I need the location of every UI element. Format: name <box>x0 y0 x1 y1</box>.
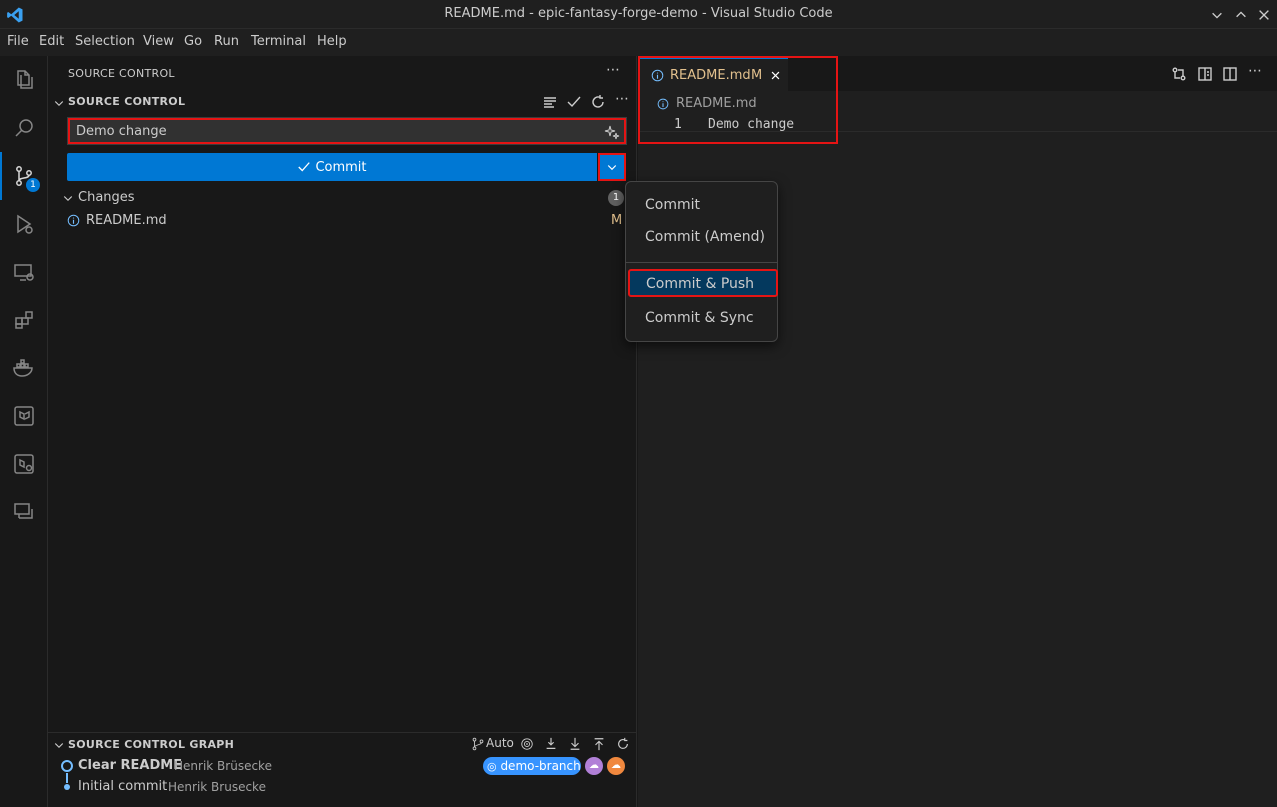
tab-status: M <box>751 68 763 83</box>
close-icon[interactable] <box>770 70 781 81</box>
extensions-icon[interactable] <box>0 296 48 344</box>
section-title[interactable]: SOURCE CONTROL <box>68 95 185 108</box>
commit-message: Initial commit <box>78 779 168 794</box>
commit-message-input[interactable]: Demo change <box>67 117 627 145</box>
commit-message: Clear README <box>78 758 183 773</box>
activity-bar: 1 <box>0 56 48 807</box>
changes-count-badge: 1 <box>608 190 624 206</box>
terraform-icon[interactable] <box>0 392 48 440</box>
sparkle-icon[interactable] <box>604 124 620 140</box>
branch-badge: ◎ demo-branch <box>483 757 581 775</box>
pull-icon[interactable] <box>568 737 582 751</box>
tab-readme-header[interactable]: README.md M <box>640 58 788 91</box>
terraform-cloud-icon[interactable] <box>0 440 48 488</box>
info-icon <box>651 69 664 82</box>
auto-label[interactable]: Auto <box>486 736 514 750</box>
changes-group-label[interactable]: Changes <box>78 190 135 205</box>
menu-selection[interactable]: Selection <box>75 34 135 49</box>
view-as-list-icon[interactable] <box>541 93 559 111</box>
open-preview-icon[interactable] <box>1196 65 1214 83</box>
branch-name: demo-branch <box>500 759 581 773</box>
commit-dropdown-button[interactable] <box>598 153 626 181</box>
file-status: M <box>611 213 623 228</box>
source-control-sidebar: SOURCE CONTROL ⋯ SOURCE CONTROL ⋯ Demo c… <box>48 56 637 807</box>
graph-title[interactable]: SOURCE CONTROL GRAPH <box>68 738 234 751</box>
info-icon <box>657 98 669 110</box>
menu-edit[interactable]: Edit <box>39 34 64 49</box>
commit-node-icon <box>61 760 73 772</box>
list-item[interactable]: README.md M <box>66 211 626 231</box>
chevron-down-icon[interactable] <box>53 739 65 751</box>
tab-label: README.md <box>670 68 751 83</box>
cloud-remote-icon: ☁ <box>607 757 625 775</box>
remote-explorer-icon[interactable] <box>0 248 48 296</box>
commit-message-text: Demo change <box>76 124 167 139</box>
chevron-down-icon[interactable] <box>1210 8 1224 22</box>
tab-readme[interactable]: README.md M README.md 1 Demo change <box>638 56 838 144</box>
more-actions-icon[interactable]: ⋯ <box>615 91 629 107</box>
menu-item-commit-sync[interactable]: Commit & Sync <box>626 304 777 332</box>
chevron-down-icon[interactable] <box>62 192 74 204</box>
graph-header: SOURCE CONTROL GRAPH Auto <box>48 732 637 754</box>
push-icon[interactable] <box>592 737 606 751</box>
chevron-down-icon[interactable] <box>53 97 65 109</box>
window-title: README.md - epic-fantasy-forge-demo - Vi… <box>444 6 833 21</box>
code-line[interactable]: Demo change <box>708 117 794 132</box>
target-icon: ◎ <box>487 760 497 773</box>
commit-node-icon <box>64 784 70 790</box>
menu-item-commit[interactable]: Commit <box>626 191 777 219</box>
check-icon[interactable] <box>565 93 583 111</box>
menu-item-commit-push[interactable]: Commit & Push <box>628 269 778 297</box>
breadcrumb[interactable]: README.md <box>676 96 757 111</box>
menu-run[interactable]: Run <box>214 34 239 49</box>
close-window-icon[interactable] <box>1257 8 1271 22</box>
info-icon <box>67 214 80 227</box>
table-row[interactable]: Clear README Henrik Brüsecke ◎ demo-bran… <box>48 756 637 776</box>
explorer-icon[interactable] <box>0 56 48 104</box>
commit-author: Henrik Brüsecke <box>174 759 272 773</box>
file-name: README.md <box>86 213 167 228</box>
fetch-icon[interactable] <box>544 737 558 751</box>
menu-help[interactable]: Help <box>317 34 347 49</box>
title-bar: README.md - epic-fantasy-forge-demo - Vi… <box>0 0 1277 29</box>
menu-separator <box>626 262 777 263</box>
chat-icon[interactable] <box>0 488 48 536</box>
target-icon[interactable] <box>520 737 534 751</box>
cloud-icon: ☁ <box>585 757 603 775</box>
commit-button-label: Commit <box>315 159 367 175</box>
docker-icon[interactable] <box>0 344 48 392</box>
more-actions-icon[interactable]: ⋯ <box>1248 63 1262 79</box>
menu-file[interactable]: File <box>7 34 29 49</box>
table-row[interactable]: Initial commit Henrik Brusecke <box>48 777 637 797</box>
more-actions-icon[interactable]: ⋯ <box>606 62 620 78</box>
source-control-badge: 1 <box>26 178 40 192</box>
menu-view[interactable]: View <box>143 34 174 49</box>
refresh-icon[interactable] <box>589 93 607 111</box>
editor-area: ⋯ README.md M README.md 1 Demo change <box>638 56 1277 807</box>
commit-button[interactable]: Commit <box>67 153 597 181</box>
split-editor-icon[interactable] <box>1221 65 1239 83</box>
refresh-icon[interactable] <box>616 737 630 751</box>
branch-icon[interactable] <box>471 737 485 751</box>
line-number: 1 <box>674 117 682 132</box>
check-icon <box>298 162 311 172</box>
sidebar-header: SOURCE CONTROL <box>68 67 175 80</box>
search-icon[interactable] <box>0 104 48 152</box>
run-debug-icon[interactable] <box>0 200 48 248</box>
menu-bar: File Edit Selection View Go Run Terminal… <box>0 29 1277 56</box>
commit-author: Henrik Brusecke <box>168 780 266 794</box>
commit-dropdown-menu: Commit Commit (Amend) Commit & Push Comm… <box>625 181 778 342</box>
menu-go[interactable]: Go <box>184 34 202 49</box>
chevron-down-icon <box>607 165 617 171</box>
compare-changes-icon[interactable] <box>1170 65 1188 83</box>
chevron-up-icon[interactable] <box>1234 8 1248 22</box>
source-control-icon[interactable]: 1 <box>0 152 48 200</box>
menu-item-commit-amend[interactable]: Commit (Amend) <box>626 223 777 251</box>
menu-terminal[interactable]: Terminal <box>251 34 306 49</box>
